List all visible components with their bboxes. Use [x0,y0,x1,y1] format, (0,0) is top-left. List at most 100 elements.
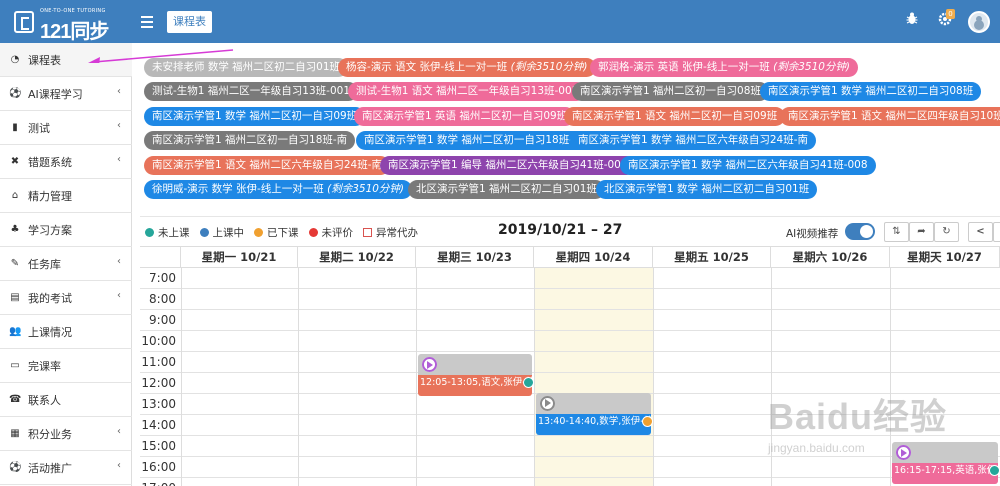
column-divider [890,247,891,486]
class-tag[interactable]: 测试-生物1 福州二区一年级自习13班-001 [144,82,358,101]
sidebar-item-label: 任务库 [28,257,61,271]
sidebar-item-6[interactable]: ✎ 任务库 ‹ [0,247,132,281]
avatar[interactable] [968,11,990,33]
bank-icon: ⌂ [11,190,19,201]
class-tag[interactable]: 南区演示学管1 数学 福州二区六年级自习41班-008 [620,156,876,175]
sidebar-item-label: 完课率 [28,359,61,373]
menu-toggle-icon[interactable] [141,13,153,29]
calculator-icon: ▦ [10,428,20,439]
book-icon: ▮ [12,122,18,133]
lesson-event-label: 13:40-14:40,数学,张伊-线上一对一班 [538,415,651,427]
lesson-event[interactable]: 16:15-17:15,英语,张伊-线上一对一班 [892,442,998,485]
sidebar-item-3[interactable]: ✖ 错题系统 ‹ [0,145,132,179]
hour-label: 13:00 [141,397,176,411]
class-tag[interactable]: 北区演示学管1 数学 福州二区初二自习01班 [596,180,818,199]
class-tag-label: 南区演示学管1 数学 福州二区六年级自习41班-008 [628,159,868,171]
play-video-icon[interactable] [540,395,555,411]
play-video-icon[interactable] [422,357,437,372]
hour-label: 12:00 [141,376,176,390]
hour-row[interactable]: 17:00 [140,478,1000,486]
class-tag[interactable]: 南区演示学管1 数学 福州二区六年级自习24班-南 [570,131,817,150]
lesson-event[interactable]: 12:05-13:05,语文,张伊-线上一对一班 [418,354,532,396]
status-legend: 未上课 上课中 已下课 未评价 异常代办 [145,225,428,239]
column-divider [653,247,654,486]
column-divider [771,247,772,486]
bug-icon[interactable] [903,12,921,30]
hour-row[interactable]: 16:00 [140,457,1000,478]
class-tag[interactable]: 南区演示学管1 数学 福州二区初二自习08班 [760,82,982,101]
day-header: 星期三 10/23 [416,247,534,268]
legend-label: 已下课 [267,226,299,239]
hour-label: 17:00 [140,478,176,486]
legend-marker [254,227,263,237]
class-tag[interactable]: 杨容-演示 语文 张伊-线上一对一班 (剩余3510分钟) [338,58,596,77]
top-bar: ONE-TO-ONE TUTORING 121同步 课程表 0 [0,0,1000,43]
class-tag[interactable]: 北区演示学管1 福州二区初二自习01班 [408,180,605,199]
sidebar-item-5[interactable]: ♣ 学习方案 [0,213,132,247]
sidebar-item-9[interactable]: ▭ 完课率 [0,349,132,383]
refresh-button[interactable]: ↻ [934,222,959,242]
tab-schedule[interactable]: 课程表 [167,11,212,33]
sidebar-item-8[interactable]: 👥 上课情况 [0,315,132,349]
time-column-header [140,247,181,268]
app-logo[interactable]: ONE-TO-ONE TUTORING 121同步 [14,8,114,43]
hour-row[interactable]: 9:00 [140,310,1000,331]
sidebar-item-label: 上课情况 [28,325,72,339]
sidebar-item-7[interactable]: ▤ 我的考试 ‹ [0,281,132,315]
class-tag[interactable]: 南区演示学管1 数学 福州二区初一自习09班 [144,107,366,126]
class-tag[interactable]: 南区演示学管1 语文 福州二区六年级自习24班-南 [144,156,391,175]
swap-button[interactable]: ⇅ [884,222,909,242]
close-x-icon: ✖ [10,156,20,167]
class-tag[interactable]: 南区演示学管1 福州二区初一自习18班-南 [144,131,356,150]
next-week-button[interactable] [993,222,1000,242]
chevron-left-icon: ‹ [117,426,121,437]
sidebar-item-label: 学习方案 [28,223,72,237]
class-tag[interactable]: 南区演示学管1 语文 福州二区四年级自习10班 [780,107,1000,126]
sidebar-item-10[interactable]: ☎ 联系人 [0,383,132,417]
class-tag[interactable]: 南区演示学管1 编导 福州二区六年级自习41班-008 [380,156,636,175]
legend-label: 上课中 [212,226,245,239]
contacts-icon: ☎ [9,394,22,405]
sidebar-item-12[interactable]: ⚽ 活动推广 ‹ [0,451,132,485]
class-tag[interactable]: 南区演示学管1 福州二区初一自习08班 [572,82,769,101]
lesson-event[interactable]: 13:40-14:40,数学,张伊-线上一对一班 [536,392,651,435]
hour-label: 11:00 [141,355,176,369]
logo-mark [14,11,34,33]
class-tag[interactable]: 测试-生物1 语文 福州二区一年级自习13班-001 [348,82,587,101]
sidebar-item-4[interactable]: ⌂ 精力管理 [0,179,132,213]
sidebar-item-2[interactable]: ▮ 测试 ‹ [0,111,132,145]
class-tag[interactable]: 郭润格-演示 英语 张伊-线上一对一班 (剩余3510分钟) [590,58,859,77]
day-header: 星期六 10/26 [771,247,890,268]
edit-icon: ✎ [10,258,20,269]
play-video-icon[interactable] [896,445,911,461]
class-tag-label: 南区演示学管1 数学 福州二区初一自习18班-南 [364,134,584,146]
day-header: 星期一 10/21 [181,247,298,268]
lesson-status-dot [523,377,534,388]
sidebar-item-11[interactable]: ▦ 积分业务 ‹ [0,417,132,451]
class-tag[interactable]: 徐明威-演示 数学 张伊-线上一对一班 (剩余3510分钟) [144,180,413,199]
column-divider [298,247,299,486]
sidebar-item-1[interactable]: ⚽ AI课程学习 ‹ [0,77,132,111]
hour-row[interactable]: 8:00 [140,289,1000,310]
share-button[interactable]: ➦ [909,222,934,242]
hour-label: 7:00 [149,271,176,285]
hour-label: 15:00 [141,439,176,453]
hour-row[interactable]: 11:00 [140,352,1000,373]
class-tag[interactable]: 未安排老师 数学 福州二区初二自习01班 [144,58,349,77]
chevron-left-icon: ‹ [117,290,121,301]
class-tag-label: 南区演示学管1 福州二区初一自习18班-南 [152,134,348,146]
soccer-ball-icon: ⚽ [9,462,22,473]
class-tag[interactable]: 南区演示学管1 英语 福州二区初一自习09班 [354,107,576,126]
sidebar-item-label: AI课程学习 [28,87,83,101]
hour-row[interactable]: 15:00 [140,436,1000,457]
logo-subtitle: ONE-TO-ONE TUTORING [40,8,106,14]
hour-row[interactable]: 10:00 [140,331,1000,352]
class-tag[interactable]: 南区演示学管1 语文 福州二区初一自习09班 [564,107,786,126]
class-tag-label: 南区演示学管1 语文 福州二区六年级自习24班-南 [152,159,383,171]
hour-row[interactable]: 12:00 [140,373,1000,394]
ai-video-toggle[interactable] [845,223,875,240]
file-icon: ▤ [10,292,20,303]
hour-row[interactable]: 7:00 [140,268,1000,289]
prev-week-button[interactable]: < [968,222,993,242]
class-tag[interactable]: 南区演示学管1 数学 福州二区初一自习18班-南 [356,131,592,150]
